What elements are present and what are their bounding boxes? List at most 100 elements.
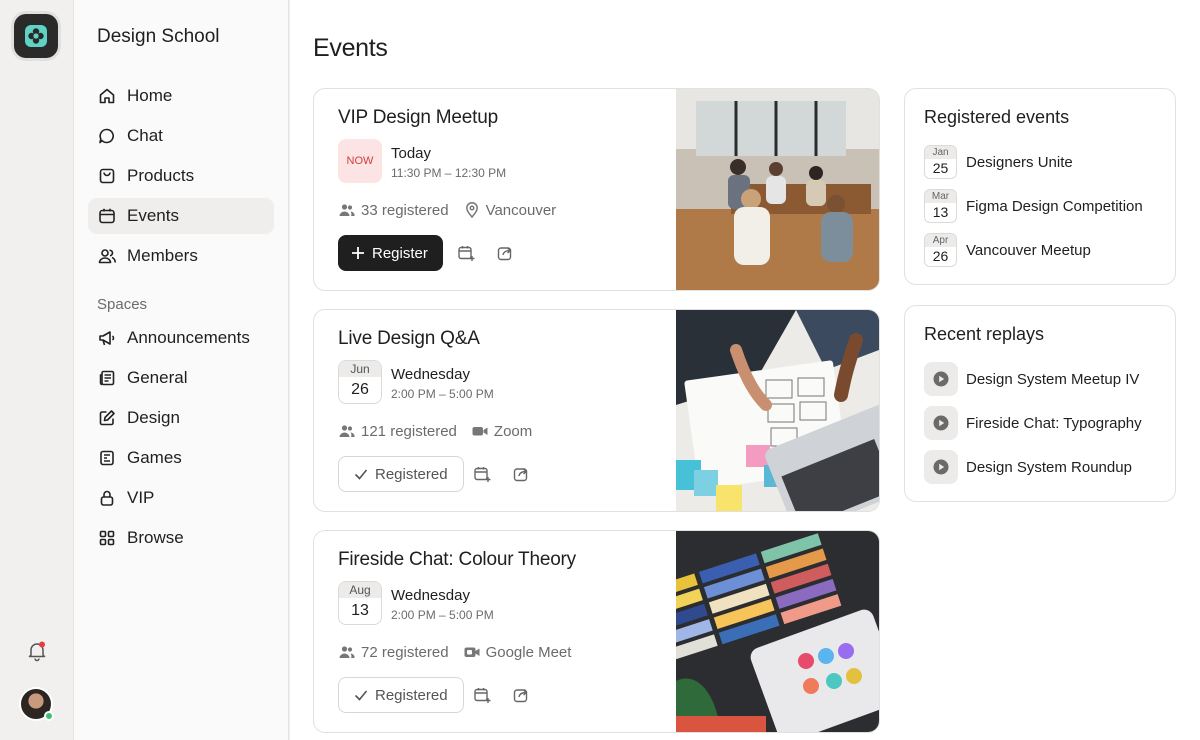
event-card[interactable]: VIP Design Meetup NOW Today 11:30 PM – 1… bbox=[313, 88, 880, 291]
event-time: 11:30 PM – 12:30 PM bbox=[391, 166, 507, 180]
replay-name: Design System Meetup IV bbox=[966, 370, 1140, 388]
sidebar-item-events[interactable]: Events bbox=[88, 198, 274, 234]
sidebar-item-browse[interactable]: Browse bbox=[88, 520, 274, 556]
add-to-calendar-icon[interactable] bbox=[472, 685, 492, 705]
registered-button[interactable]: Registered bbox=[338, 456, 464, 492]
lock-icon bbox=[100, 490, 114, 506]
event-photo-meetup bbox=[676, 89, 879, 290]
registered-events-panel: Registered events Jan 25 Designers Unite… bbox=[904, 88, 1176, 285]
replay-item[interactable]: Fireside Chat: Typography bbox=[924, 406, 1142, 440]
members-icon bbox=[98, 249, 116, 264]
date-day: 13 bbox=[351, 602, 369, 619]
replay-name: Fireside Chat: Typography bbox=[966, 414, 1142, 432]
registered-label: Registered bbox=[375, 465, 448, 483]
date-badge: Jun 26 bbox=[338, 360, 382, 404]
mini-cal-day: 13 bbox=[932, 204, 949, 220]
sidebar-item-label: Announcements bbox=[127, 328, 250, 347]
mini-calendar: Jan 25 bbox=[924, 145, 957, 179]
checkmark-icon bbox=[354, 469, 368, 480]
sidebar-item-announcements[interactable]: Announcements bbox=[88, 320, 274, 356]
event-meta: 33 registered Vancouver bbox=[338, 201, 556, 219]
event-time: 2:00 PM – 5:00 PM bbox=[391, 608, 494, 622]
mini-cal-month: Apr bbox=[925, 234, 956, 247]
now-badge: NOW bbox=[338, 139, 382, 183]
event-title: Fireside Chat: Colour Theory bbox=[338, 549, 576, 570]
registered-event-name: Designers Unite bbox=[966, 153, 1073, 171]
share-icon[interactable] bbox=[511, 464, 531, 484]
location-pin-icon bbox=[465, 202, 478, 219]
event-photo-wireframing bbox=[676, 310, 879, 511]
add-to-calendar-icon[interactable] bbox=[472, 464, 492, 484]
sidebar-item-games[interactable]: Games bbox=[88, 440, 274, 476]
replay-name: Design System Roundup bbox=[966, 458, 1132, 476]
event-photo-color-swatches bbox=[676, 531, 879, 732]
event-title: VIP Design Meetup bbox=[338, 107, 498, 128]
panel-title: Registered events bbox=[924, 107, 1070, 127]
date-month: Jun bbox=[339, 361, 381, 377]
event-day: Today bbox=[391, 145, 432, 162]
mini-calendar: Mar 13 bbox=[924, 189, 957, 223]
calendar-icon bbox=[99, 208, 115, 224]
chat-icon bbox=[99, 128, 114, 144]
event-location: Zoom bbox=[493, 422, 533, 440]
registered-event-item[interactable]: Jan 25 Designers Unite bbox=[924, 145, 1073, 179]
people-icon bbox=[339, 646, 355, 658]
sidebar-item-home[interactable]: Home bbox=[88, 78, 274, 114]
sidebar-item-label: Home bbox=[127, 86, 173, 105]
sidebar-item-label: Games bbox=[127, 448, 182, 467]
event-day: Wednesday bbox=[391, 587, 470, 604]
replay-item[interactable]: Design System Meetup IV bbox=[924, 362, 1139, 396]
sidebar-item-label: Browse bbox=[127, 528, 184, 547]
registered-button[interactable]: Registered bbox=[338, 677, 464, 713]
play-icon[interactable] bbox=[924, 450, 958, 484]
event-title: Live Design Q&A bbox=[338, 328, 480, 349]
share-icon[interactable] bbox=[511, 685, 531, 705]
register-label: Register bbox=[372, 244, 428, 262]
community-sidebar: Design School Home Chat Products Events … bbox=[74, 0, 289, 740]
date-month: Aug bbox=[339, 582, 381, 598]
sidebar-item-label: Members bbox=[127, 246, 198, 265]
notifications-bell-icon[interactable] bbox=[26, 640, 48, 662]
sidebar-item-label: Products bbox=[127, 166, 195, 185]
people-icon bbox=[339, 425, 355, 437]
event-meta: 72 registered Google Meet bbox=[338, 643, 571, 661]
mini-cal-day: 26 bbox=[932, 248, 949, 264]
date-day: 26 bbox=[351, 381, 369, 398]
events-main: Events VIP Design Meetup NOW Today 11:30… bbox=[290, 0, 1200, 740]
home-icon bbox=[99, 88, 115, 104]
add-to-calendar-icon[interactable] bbox=[456, 243, 476, 263]
plus-icon bbox=[352, 247, 364, 259]
sidebar-item-chat[interactable]: Chat bbox=[88, 118, 274, 154]
community-name: Design School bbox=[97, 26, 220, 47]
bag-icon bbox=[99, 168, 115, 184]
registered-event-item[interactable]: Apr 26 Vancouver Meetup bbox=[924, 233, 1091, 267]
newspaper-icon bbox=[99, 370, 115, 386]
event-card[interactable]: Fireside Chat: Colour Theory Aug 13 Wedn… bbox=[313, 530, 880, 733]
community-logo-button[interactable] bbox=[14, 14, 58, 58]
registered-event-item[interactable]: Mar 13 Figma Design Competition bbox=[924, 189, 1143, 223]
sidebar-item-label: Events bbox=[127, 206, 179, 225]
recent-replays-panel: Recent replays Design System Meetup IV F… bbox=[904, 305, 1176, 502]
register-button[interactable]: Register bbox=[338, 235, 443, 271]
sidebar-item-products[interactable]: Products bbox=[88, 158, 274, 194]
sidebar-item-vip[interactable]: VIP bbox=[88, 480, 274, 516]
sidebar-item-design[interactable]: Design bbox=[88, 400, 274, 436]
event-location: Google Meet bbox=[485, 643, 572, 661]
date-badge: Aug 13 bbox=[338, 581, 382, 625]
sidebar-item-label: General bbox=[127, 368, 188, 387]
registered-count: 33 registered bbox=[361, 201, 449, 219]
spaces-section-label: Spaces bbox=[97, 296, 148, 313]
event-card[interactable]: Live Design Q&A Jun 26 Wednesday 2:00 PM… bbox=[313, 309, 880, 512]
sidebar-item-general[interactable]: General bbox=[88, 360, 274, 396]
sidebar-item-label: Design bbox=[127, 408, 180, 427]
play-icon[interactable] bbox=[924, 406, 958, 440]
share-icon[interactable] bbox=[495, 243, 515, 263]
registered-count: 121 registered bbox=[361, 422, 457, 440]
people-icon bbox=[339, 204, 355, 216]
play-icon[interactable] bbox=[924, 362, 958, 396]
replay-item[interactable]: Design System Roundup bbox=[924, 450, 1132, 484]
sidebar-item-members[interactable]: Members bbox=[88, 238, 274, 274]
online-status-dot bbox=[44, 711, 54, 721]
flower-logo-icon bbox=[25, 25, 47, 47]
registered-label: Registered bbox=[375, 686, 448, 704]
